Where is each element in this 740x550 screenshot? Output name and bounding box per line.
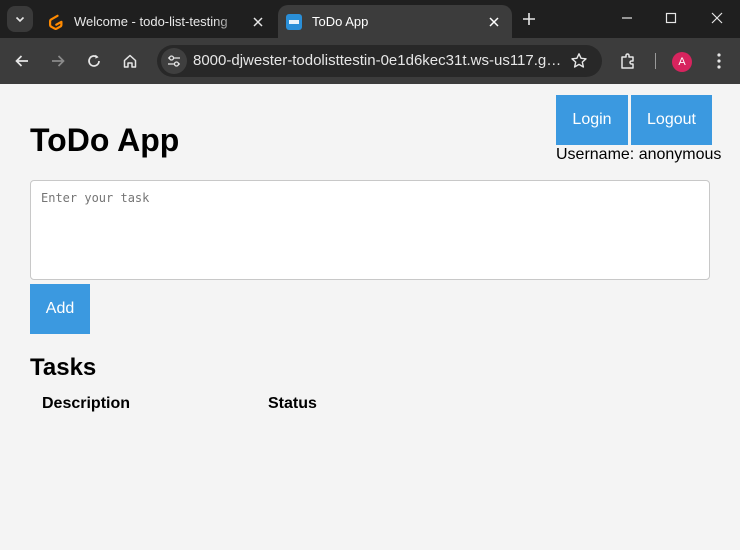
maximize-icon (665, 12, 677, 24)
task-input[interactable] (30, 180, 710, 280)
back-button[interactable] (8, 47, 36, 75)
close-icon (489, 16, 499, 27)
more-vertical-icon (717, 53, 721, 69)
minimize-button[interactable] (604, 0, 650, 36)
browser-tab-bar: Welcome - todo-list-testing ToDo App (0, 0, 740, 38)
forward-button[interactable] (44, 47, 72, 75)
profile-avatar[interactable]: A (672, 52, 692, 72)
close-tab-button[interactable] (248, 12, 268, 32)
toolbar-separator (655, 53, 656, 69)
logout-button[interactable]: Logout (631, 95, 712, 145)
tab-title: Welcome - todo-list-testing (74, 14, 228, 29)
close-tab-button[interactable] (484, 12, 504, 32)
bookmark-star-icon[interactable] (570, 52, 588, 70)
tab-title: ToDo App (312, 14, 369, 29)
reload-icon (88, 54, 100, 67)
page-title: ToDo App (30, 122, 180, 158)
address-bar[interactable]: 8000-djwester-todolisttestin-0e1d6kec31t… (157, 45, 602, 77)
browser-toolbar: 8000-djwester-todolisttestin-0e1d6kec31t… (0, 38, 740, 84)
tab-search-button[interactable] (7, 6, 33, 32)
home-icon (123, 54, 137, 68)
gitpod-favicon-icon (49, 14, 63, 30)
close-window-button[interactable] (694, 0, 740, 36)
close-icon (711, 12, 723, 24)
table-header-status: Status (268, 395, 317, 412)
new-tab-button[interactable] (518, 8, 540, 30)
page-content: Login Logout Username: anonymous ToDo Ap… (0, 84, 740, 550)
table-header-description: Description (42, 395, 131, 412)
plus-icon (523, 13, 535, 25)
arrow-right-icon (52, 55, 65, 67)
browser-menu-button[interactable] (708, 50, 730, 72)
login-button[interactable]: Login (556, 95, 628, 145)
url-text[interactable]: 8000-djwester-todolisttestin-0e1d6kec31t… (193, 52, 563, 69)
chevron-down-icon (15, 16, 25, 23)
tune-icon (168, 55, 180, 67)
username-label: Username: anonymous (556, 146, 722, 163)
tab-todo-app[interactable]: ToDo App (278, 5, 512, 38)
tab-welcome[interactable]: Welcome - todo-list-testing (40, 5, 276, 38)
site-info-button[interactable] (161, 48, 187, 74)
close-icon (253, 16, 263, 27)
todo-favicon-icon (286, 13, 302, 30)
reload-button[interactable] (80, 47, 108, 75)
extensions-button[interactable] (616, 49, 640, 73)
minimize-icon (622, 17, 632, 19)
maximize-button[interactable] (648, 0, 694, 36)
add-task-button[interactable]: Add (30, 284, 90, 334)
puzzle-icon (621, 53, 634, 69)
tasks-heading: Tasks (30, 354, 97, 381)
arrow-left-icon (15, 55, 28, 67)
home-button[interactable] (116, 47, 144, 75)
